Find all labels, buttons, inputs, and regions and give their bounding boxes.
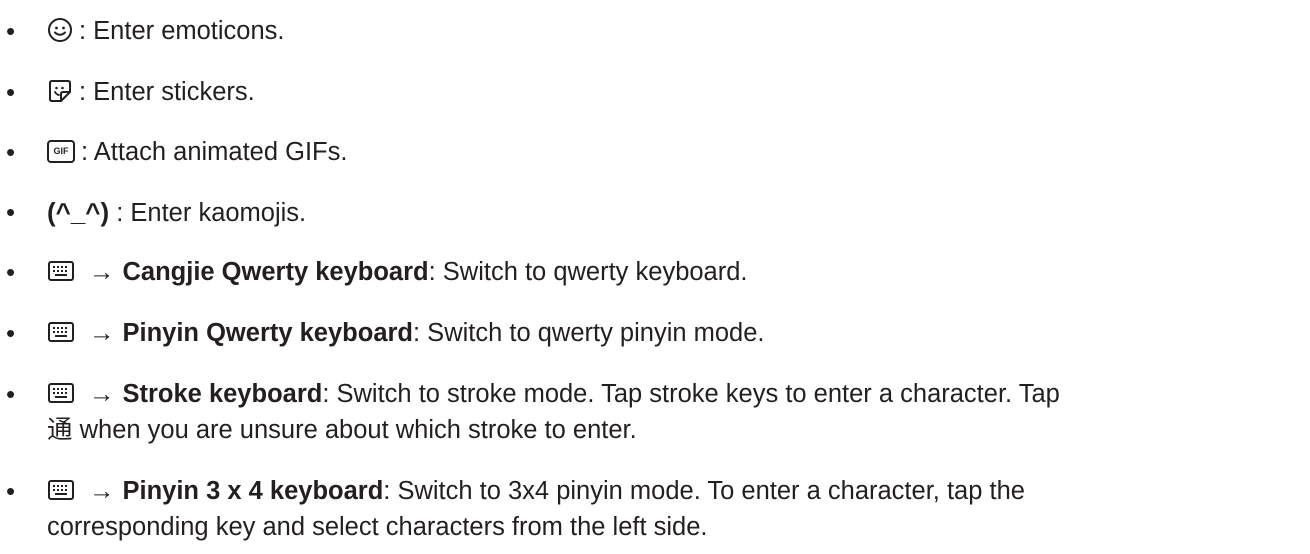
- bullet: •: [6, 137, 16, 167]
- list-item-text-continuation: 通 when you are unsure about which stroke…: [47, 415, 637, 445]
- item-description: : Switch to qwerty pinyin mode.: [413, 319, 765, 347]
- item-description: : Switch to 3x4 pinyin mode. To enter a …: [383, 477, 1025, 505]
- item-description: : Enter emoticons.: [79, 17, 285, 45]
- item-description-continued: corresponding key and select characters …: [47, 513, 708, 541]
- item-description: : Enter stickers.: [79, 78, 255, 106]
- bullet: •: [6, 476, 16, 506]
- list-item-text-continuation: corresponding key and select characters …: [47, 512, 708, 542]
- list-item-text: → Pinyin 3 x 4 keyboard: Switch to 3x4 pi…: [47, 476, 1025, 506]
- keyboard-icon: [48, 261, 74, 282]
- bullet: •: [6, 257, 16, 287]
- bullet: •: [6, 318, 16, 348]
- arrow: →: [89, 319, 115, 347]
- gif-icon: GIF: [47, 139, 75, 163]
- keyboard-icon: [48, 480, 74, 501]
- item-description: : Attach animated GIFs.: [81, 138, 348, 166]
- bullet: •: [6, 379, 16, 409]
- keyboard-icon: [48, 322, 74, 343]
- list-item-text: → Pinyin Qwerty keyboard: Switch to qwert…: [47, 318, 765, 348]
- bullet: •: [6, 77, 16, 107]
- list-item-text: : Enter stickers.: [47, 77, 255, 107]
- kaomoji-label: (^_^): [47, 197, 110, 227]
- tong-key-char: 通: [47, 415, 73, 445]
- sticker-icon: [49, 80, 71, 103]
- list-item-text: → Cangjie Qwerty keyboard: Switch to qwer…: [47, 257, 748, 287]
- smiley-icon: [48, 18, 72, 43]
- item-description: : Switch to qwerty keyboard.: [428, 258, 748, 286]
- arrow: →: [89, 380, 115, 408]
- list-item-text: : Enter emoticons.: [47, 16, 285, 46]
- bullet: •: [6, 16, 16, 46]
- arrow: →: [89, 477, 115, 505]
- list-item-text: GIF: Attach animated GIFs.: [47, 137, 347, 167]
- keyboard-option-name: Cangjie Qwerty keyboard: [122, 258, 429, 286]
- arrow: →: [89, 258, 115, 286]
- keyboard-option-name: Stroke keyboard: [122, 380, 323, 408]
- list-item-text: → Stroke keyboard: Switch to stroke mode.…: [47, 379, 1060, 409]
- keyboard-icon: [48, 383, 74, 404]
- item-description: : Switch to stroke mode. Tap stroke keys…: [322, 380, 1060, 408]
- keyboard-option-name: Pinyin Qwerty keyboard: [122, 319, 414, 347]
- item-description-continued: when you are unsure about which stroke t…: [72, 416, 637, 444]
- item-description: : Enter kaomojis.: [109, 199, 307, 227]
- bullet: •: [6, 197, 16, 227]
- keyboard-option-name: Pinyin 3 x 4 keyboard: [122, 477, 384, 505]
- list-item-text: (^_^) : Enter kaomojis.: [47, 197, 306, 228]
